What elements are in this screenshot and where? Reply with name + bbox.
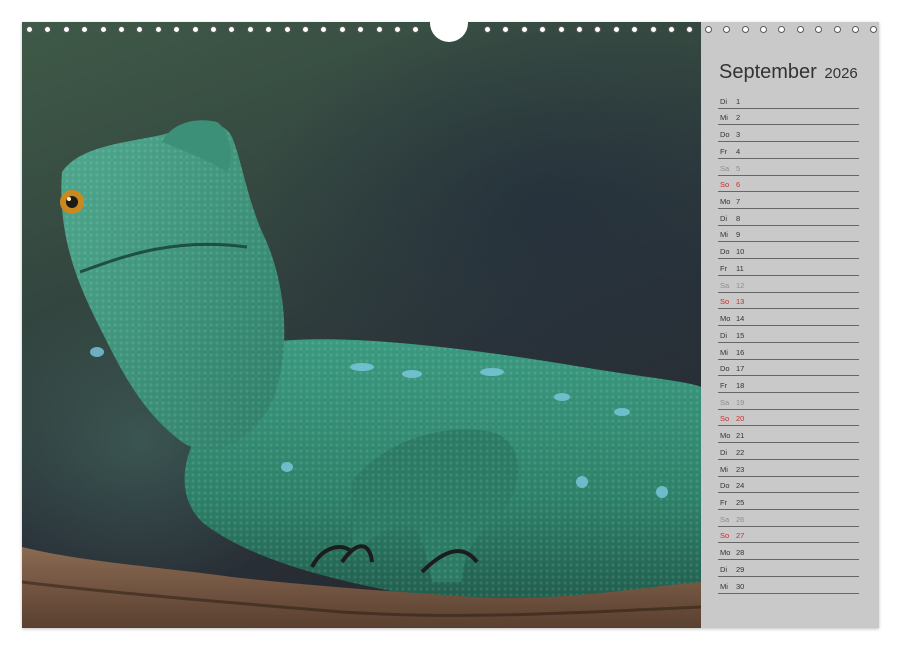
day-row: Di 15: [718, 326, 859, 343]
day-number: 14: [736, 314, 745, 324]
weekday-label: Di: [720, 213, 728, 223]
weekday-label: Sa: [720, 514, 730, 524]
day-list: Di 1 Mi 2 Do 3 Fr 4 Sa 5 So 6 Mo 7 Di 8 Mi 9 Do 10 Fr 11 Sa 12 S…: [718, 92, 859, 594]
day-row: So 6: [718, 176, 859, 193]
weekday-label: Do: [720, 247, 730, 257]
day-row: Fr 4: [718, 142, 859, 159]
day-row: So 20: [718, 410, 859, 427]
day-row: Do 10: [718, 242, 859, 260]
day-number: 2: [736, 113, 741, 123]
day-row: Mi 2: [718, 109, 859, 126]
day-number: 16: [736, 347, 745, 357]
day-number: 27: [736, 531, 745, 541]
day-number: 12: [736, 280, 745, 290]
month-panel: September 2026 Di 1 Mi 2 Do 3 Fr 4 Sa 5 So 6 Mo 7 Di 8 M…: [701, 22, 879, 628]
weekday-label: Sa: [720, 163, 730, 173]
day-number: 29: [736, 564, 745, 574]
day-row: Do 17: [718, 360, 859, 377]
day-row: Mi 23: [718, 460, 859, 477]
day-row: Fr 25: [718, 493, 859, 510]
day-row: Mo 21: [718, 426, 859, 444]
day-row: Sa 19: [718, 393, 859, 410]
weekday-label: Do: [720, 130, 730, 140]
day-number: 10: [736, 247, 745, 257]
day-number: 24: [736, 481, 745, 491]
weekday-label: Sa: [720, 397, 730, 407]
day-number: 13: [736, 297, 745, 307]
weekday-label: Mo: [720, 431, 731, 441]
day-number: 26: [736, 514, 745, 524]
day-row: Fr 18: [718, 376, 859, 393]
day-number: 20: [736, 414, 745, 424]
day-number: 15: [736, 330, 745, 340]
day-row: Mo 7: [718, 192, 859, 210]
month-title: September 2026: [719, 61, 858, 84]
weekday-label: Do: [720, 481, 730, 491]
weekday-label: Do: [720, 364, 730, 374]
lizard-photo: [22, 22, 701, 628]
day-row: Di 1: [718, 92, 859, 109]
day-number: 30: [736, 581, 745, 591]
weekday-label: So: [720, 297, 730, 307]
day-row: Di 22: [718, 443, 859, 460]
day-number: 9: [736, 230, 741, 240]
weekday-label: Mo: [720, 197, 731, 207]
calendar-page: September 2026 Di 1 Mi 2 Do 3 Fr 4 Sa 5 So 6 Mo 7 Di 8 M…: [22, 22, 879, 628]
day-row: Di 29: [718, 560, 859, 577]
day-row: Mo 14: [718, 309, 859, 327]
weekday-label: Di: [720, 330, 728, 340]
weekday-label: Mo: [720, 548, 731, 558]
day-number: 18: [736, 380, 745, 390]
weekday-label: Mi: [720, 347, 728, 357]
weekday-label: So: [720, 531, 730, 541]
day-number: 6: [736, 180, 741, 190]
day-row: Sa 26: [718, 510, 859, 527]
day-number: 25: [736, 497, 745, 507]
year-label: 2026: [824, 65, 858, 82]
day-row: Mi 30: [718, 577, 859, 594]
day-number: 21: [736, 431, 745, 441]
day-number: 7: [736, 197, 741, 207]
day-row: Di 8: [718, 209, 859, 226]
day-row: Sa 5: [718, 159, 859, 176]
weekday-label: Di: [720, 564, 728, 574]
weekday-label: Sa: [720, 280, 730, 290]
day-row: So 13: [718, 293, 859, 310]
day-row: So 27: [718, 527, 859, 544]
weekday-label: Fr: [720, 497, 728, 507]
day-number: 3: [736, 130, 741, 140]
weekday-label: Mi: [720, 464, 728, 474]
day-row: Mi 9: [718, 226, 859, 243]
day-number: 1: [736, 96, 741, 106]
day-number: 8: [736, 213, 741, 223]
weekday-label: Mo: [720, 314, 731, 324]
day-number: 22: [736, 447, 745, 457]
weekday-label: Di: [720, 96, 728, 106]
weekday-label: Di: [720, 447, 728, 457]
weekday-label: Mi: [720, 230, 728, 240]
lizard-illustration: [22, 120, 701, 628]
day-number: 4: [736, 146, 741, 156]
weekday-label: So: [720, 414, 730, 424]
month-name: September: [719, 61, 817, 83]
day-number: 28: [736, 548, 745, 558]
weekday-label: So: [720, 180, 730, 190]
day-row: Do 3: [718, 125, 859, 143]
day-number: 23: [736, 464, 745, 474]
day-number: 17: [736, 364, 745, 374]
weekday-label: Mi: [720, 581, 728, 591]
weekday-label: Fr: [720, 380, 728, 390]
day-row: Mi 16: [718, 343, 859, 360]
day-number: 11: [736, 263, 744, 273]
weekday-label: Mi: [720, 113, 728, 123]
day-row: Sa 12: [718, 276, 859, 293]
weekday-label: Fr: [720, 146, 728, 156]
day-number: 19: [736, 397, 745, 407]
day-number: 5: [736, 163, 741, 173]
day-row: Do 24: [718, 477, 859, 494]
day-row: Fr 11: [718, 259, 859, 276]
weekday-label: Fr: [720, 263, 728, 273]
day-row: Mo 28: [718, 543, 859, 561]
